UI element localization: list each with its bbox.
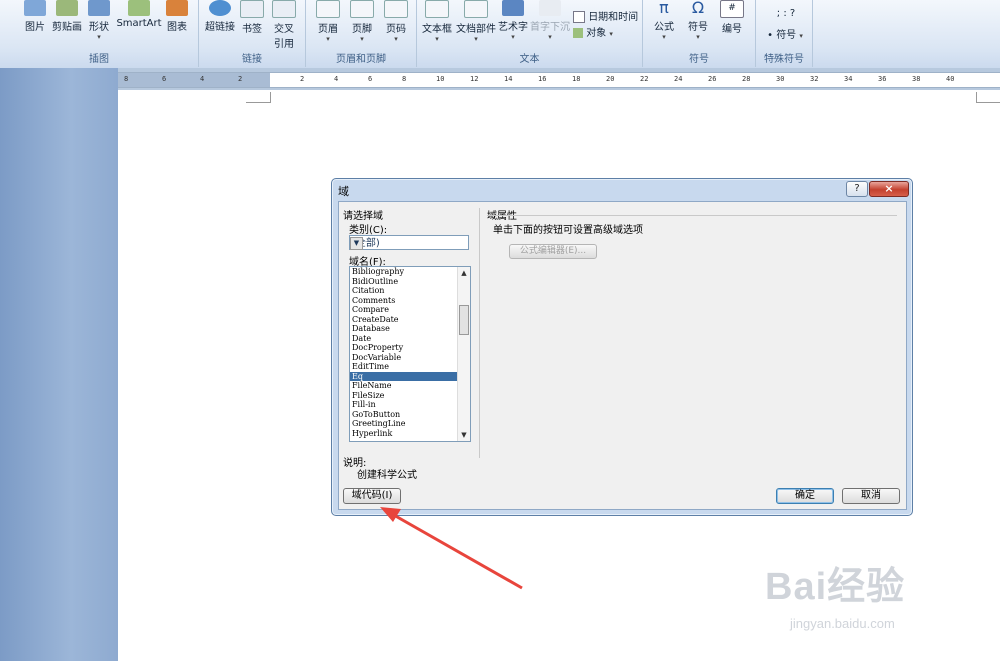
- arrow-head: [380, 507, 401, 522]
- baidu-watermark-url: jingyan.baidu.com: [790, 616, 895, 631]
- baidu-watermark: Bai经验: [765, 566, 906, 608]
- arrow-shaft: [391, 512, 523, 590]
